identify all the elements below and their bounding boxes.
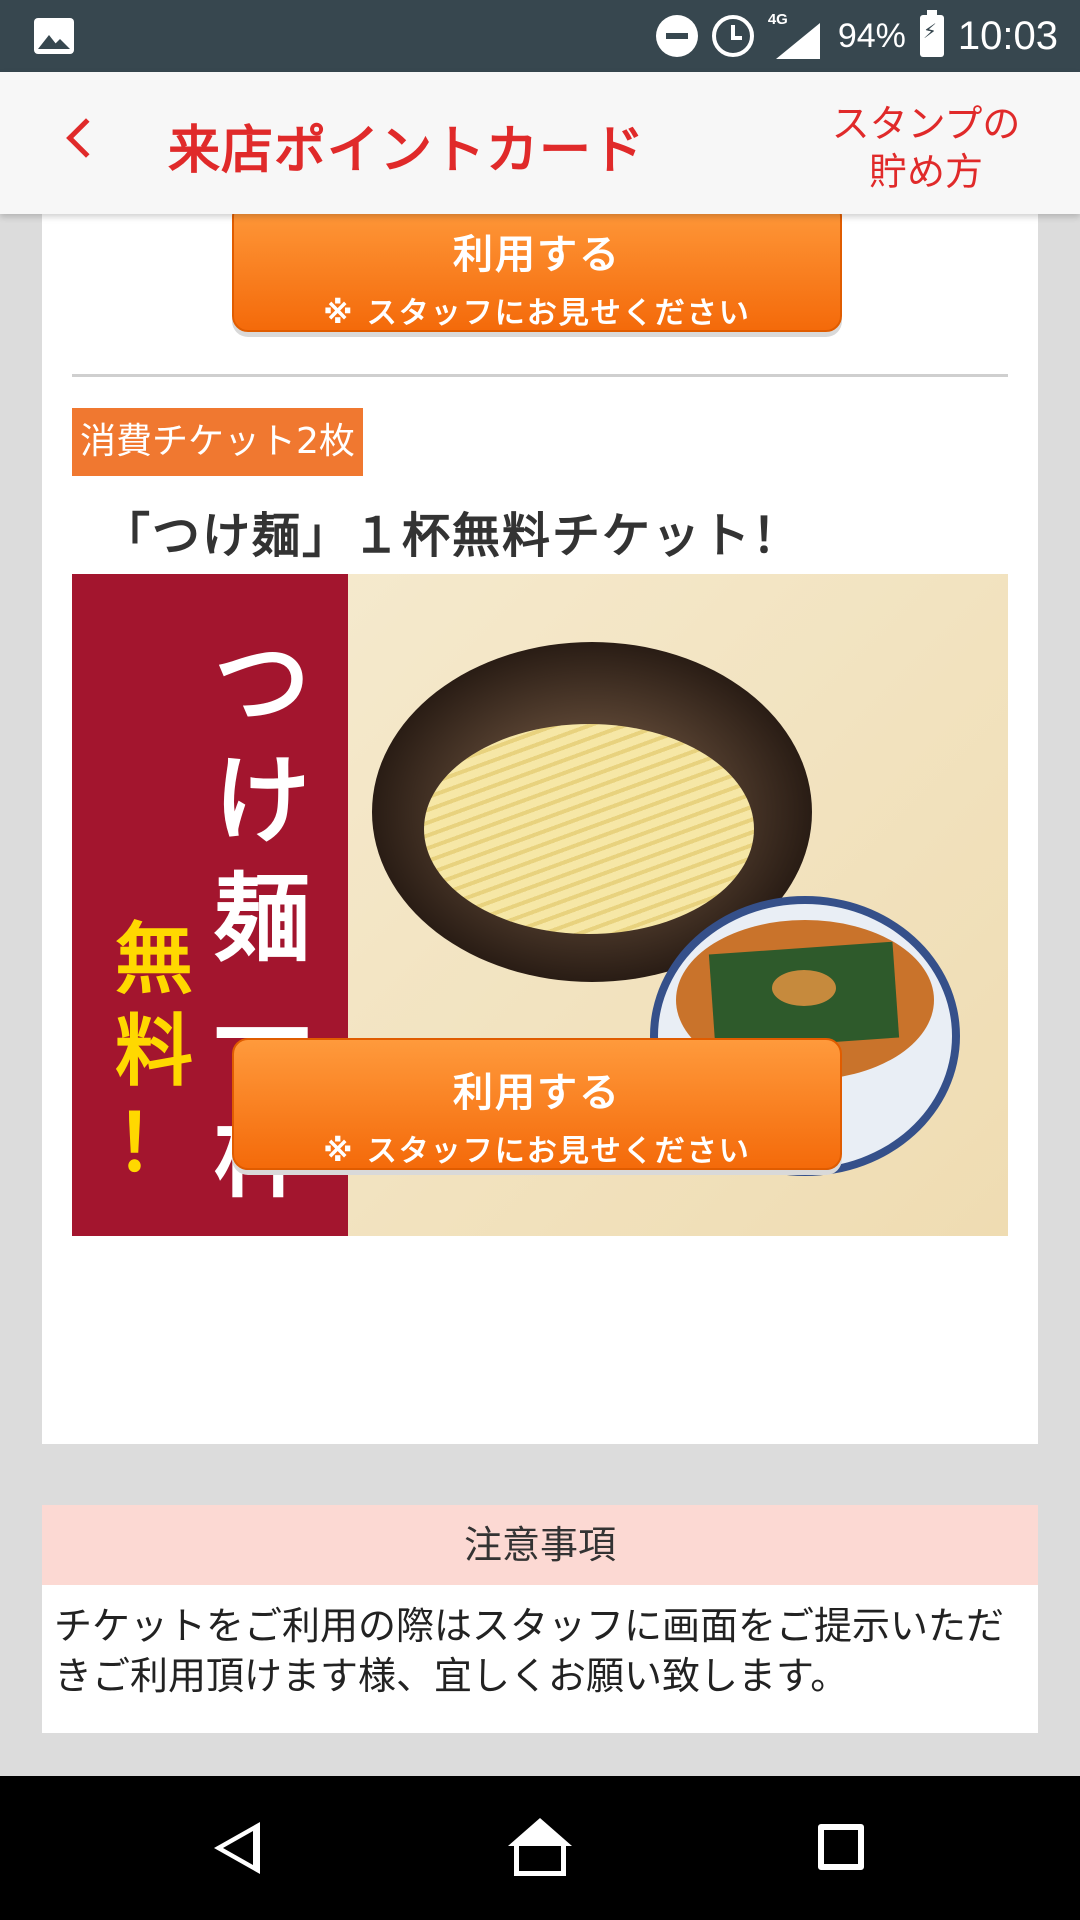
nav-recents-icon[interactable] <box>818 1824 864 1870</box>
nav-home-icon[interactable] <box>508 1818 572 1878</box>
notes-heading: 注意事項 <box>42 1505 1038 1585</box>
divider <box>72 374 1008 377</box>
status-icons: 4G 94% 10:03 <box>655 0 1058 72</box>
ticket-title: 「つけ麺」１杯無料チケット！ <box>102 508 803 564</box>
use-button-label: 利用する <box>453 1070 621 1116</box>
ticket-cost-badge: 消費チケット2枚 <box>72 408 363 476</box>
promo-free-text: 無 料 ！ <box>114 914 193 1189</box>
gallery-notification-icon <box>34 18 74 54</box>
system-nav-bar <box>0 1776 1080 1920</box>
do-not-disturb-icon <box>655 15 698 57</box>
battery-charging-icon <box>919 10 944 57</box>
page-title: 来店ポイントカード <box>168 121 646 181</box>
battery-percent: 94% <box>837 16 906 55</box>
use-ticket-button-previous[interactable]: 利用する ※ スタッフにお見せください <box>232 200 842 332</box>
use-ticket-button[interactable]: 利用する ※ スタッフにお見せください <box>232 1038 842 1170</box>
ticket-card: 利用する ※ スタッフにお見せください 消費チケット2枚 「つけ麺」１杯無料チケ… <box>42 200 1038 1444</box>
notes-body: チケットをご利用の際はスタッフに画面をご提示いただきご利用頂けます様、宜しくお願… <box>54 1604 1005 1698</box>
nav-back-icon[interactable] <box>214 1822 260 1874</box>
clock: 10:03 <box>957 13 1058 58</box>
use-button-note: ※ スタッフにお見せください <box>323 296 751 331</box>
use-button-note: ※ スタッフにお見せください <box>323 1134 751 1169</box>
signal-icon: 4G <box>768 11 824 59</box>
status-bar: 4G 94% 10:03 <box>0 0 1080 72</box>
stamp-howto-label: スタンプの 貯め方 <box>831 102 1021 194</box>
noodles <box>424 724 754 934</box>
alarm-icon <box>711 15 754 57</box>
notes-section: 注意事項 チケットをご利用の際はスタッフに画面をご提示いただきご利用頂けます様、… <box>42 1505 1038 1733</box>
back-button[interactable] <box>60 116 110 172</box>
fish-powder <box>772 970 836 1006</box>
app-header: 来店ポイントカード スタンプの 貯め方 <box>0 72 1080 214</box>
chevron-left-icon <box>66 118 106 158</box>
stamp-howto-link[interactable]: スタンプの 貯め方 <box>816 100 1036 196</box>
